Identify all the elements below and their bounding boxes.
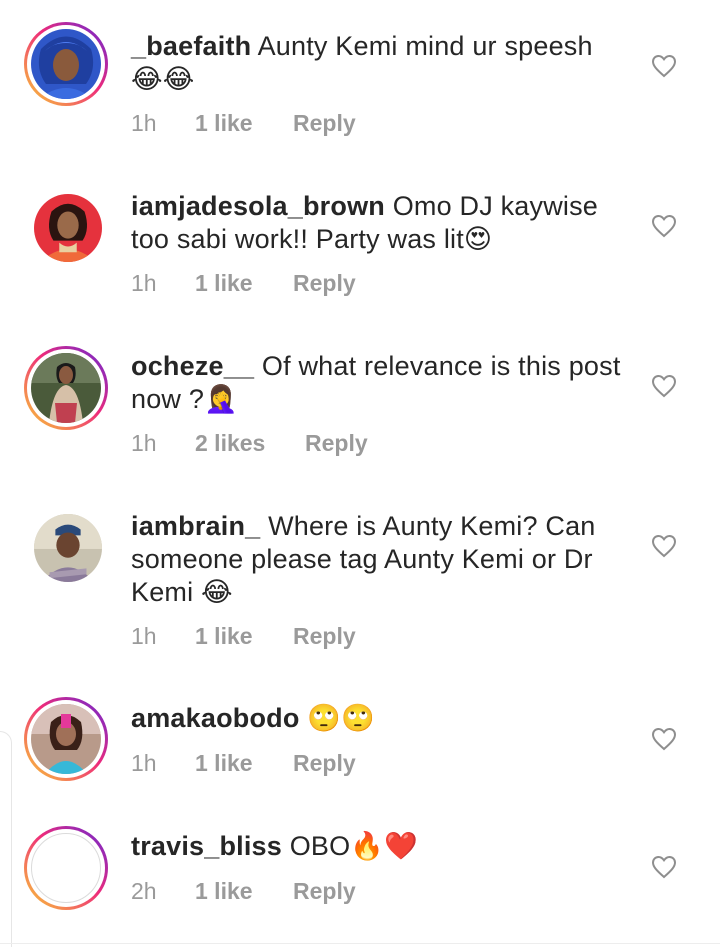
reply-button[interactable]: Reply [293,270,356,297]
comment-likes[interactable]: 2 likes [195,430,305,457]
comment-username[interactable]: amakaobodo [131,703,300,733]
comment-body: iambrain_ Where is Aunty Kemi? Can someo… [131,510,641,609]
comment-text: Omo DJ kaywise [392,191,599,221]
comments-list: _baefaith Aunty Kemi mind ur speesh 😂😂 1… [0,0,720,947]
comment-emoji: 😍 [463,224,493,255]
comment-text-continued: too sabi work!! Party was lit [131,224,464,254]
like-heart-icon[interactable] [651,54,677,78]
comment-emoji: 😂😂 [131,64,195,95]
comment-likes[interactable]: 1 like [195,878,293,905]
avatar-border [34,514,102,582]
comment-body: ocheze__ Of what relevance is this post … [131,350,641,416]
comment-body: travis_bliss OBO🔥❤️ [131,830,641,863]
like-heart-icon[interactable] [651,855,677,879]
comment-text: Of what relevance is this post [261,351,621,381]
avatar [31,353,101,423]
like-heart-icon[interactable] [651,214,677,238]
comment-text: OBO [289,831,351,861]
avatar [34,194,102,262]
comment-likes[interactable]: 1 like [195,623,293,650]
comment-meta: 2h 1 like Reply [131,878,356,905]
comment-likes[interactable]: 1 like [195,270,293,297]
avatar [31,704,101,774]
avatar-border [27,349,105,427]
avatar-story-ring[interactable] [24,697,108,781]
comment-text-continued: someone please tag Aunty Kemi or Dr [131,544,593,574]
comment-meta: 1h 1 like Reply [131,623,356,650]
comment-time: 1h [131,623,157,649]
avatar-border [27,829,105,907]
reply-button[interactable]: Reply [293,110,356,137]
comment-meta: 1h 1 like Reply [131,110,356,137]
avatar [34,514,102,582]
avatar [31,29,101,99]
avatar-photo-icon [31,353,101,423]
comment-meta: 1h 1 like Reply [131,750,356,777]
avatar-story-ring[interactable] [24,346,108,430]
comment-emoji: 🙄🙄 [307,703,375,734]
avatar-photo-icon [34,194,102,262]
comment-username[interactable]: ocheze__ [131,351,254,381]
comment-text-continued: Kemi [131,577,194,607]
comment-time: 1h [131,270,157,296]
avatar-story-ring[interactable] [24,22,108,106]
comment-time: 2h [131,878,157,904]
comment-text: Where is Aunty Kemi? Can [268,511,596,541]
avatar-story-ring[interactable] [34,194,102,262]
avatar-border [27,700,105,778]
like-heart-icon[interactable] [651,727,677,751]
reply-button[interactable]: Reply [293,878,356,905]
comment-emoji: 🤦‍♀️ [204,384,238,415]
comment-time: 1h [131,430,157,456]
like-heart-icon[interactable] [651,534,677,558]
comment-likes[interactable]: 1 like [195,110,293,137]
comment-username[interactable]: iamjadesola_brown [131,191,385,221]
avatar-photo-icon [31,29,101,99]
side-panel-edge [0,731,12,947]
comment-time: 1h [131,750,157,776]
comment-text: Aunty Kemi mind ur speesh [257,31,593,61]
reply-button[interactable]: Reply [293,750,356,777]
avatar-border [27,25,105,103]
comment-body: _baefaith Aunty Kemi mind ur speesh 😂😂 [131,30,641,96]
comment-username[interactable]: travis_bliss [131,831,282,861]
comment-body: iamjadesola_brown Omo DJ kaywise too sab… [131,190,641,256]
avatar-photo-icon [31,704,101,774]
comment-text-continued: now ? [131,384,205,414]
like-heart-icon[interactable] [651,374,677,398]
avatar-story-ring[interactable] [24,826,108,910]
avatar-story-ring[interactable] [34,514,102,582]
comment-likes[interactable]: 1 like [195,750,293,777]
comment-username[interactable]: _baefaith [131,31,251,61]
reply-button[interactable]: Reply [305,430,368,457]
comment-meta: 1h 1 like Reply [131,270,356,297]
comment-meta: 1h 2 likes Reply [131,430,368,457]
comment-username[interactable]: iambrain_ [131,511,260,541]
avatar [31,833,101,903]
avatar-border [34,194,102,262]
comment-emoji: 😂 [201,577,233,608]
comment-emoji: 🔥❤️ [350,831,418,862]
comment-body: amakaobodo 🙄🙄 [131,702,641,735]
comment-time: 1h [131,110,157,136]
reply-button[interactable]: Reply [293,623,356,650]
bottom-divider [0,943,720,944]
avatar-photo-icon [34,514,102,582]
